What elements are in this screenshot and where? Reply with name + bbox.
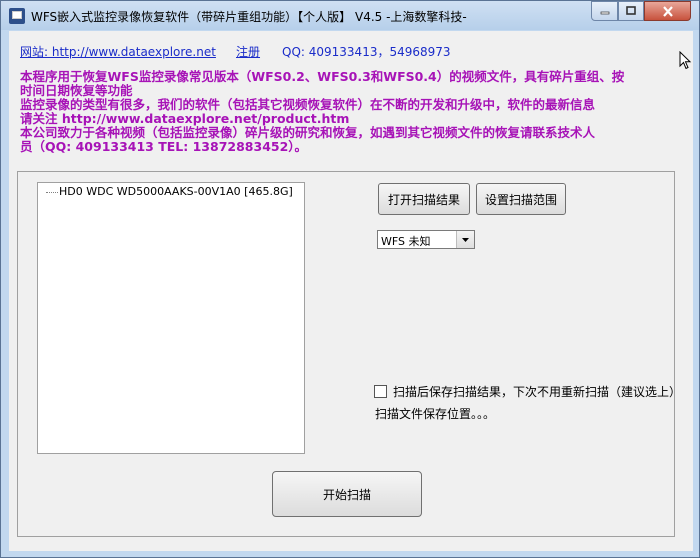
description-line: 监控录像的类型有很多，我们的软件（包括其它视频恢复软件）在不断的开发和升级中，软… (20, 97, 596, 112)
minimize-button[interactable] (591, 1, 618, 21)
start-scan-button[interactable]: 开始扫描 (272, 471, 422, 517)
save-scan-checkbox[interactable] (374, 385, 387, 398)
open-scan-result-button[interactable]: 打开扫描结果 (378, 183, 470, 215)
website-link[interactable]: 网站: http://www.dataexplore.net (20, 43, 216, 60)
save-path-label[interactable]: 扫描文件保存位置。。。 (375, 405, 495, 422)
description-line: 本程序用于恢复WFS监控录像常见版本（WFS0.2、WFS0.3和WFS0.4）… (20, 69, 625, 84)
description-line: 时间日期恢复等功能 (20, 83, 133, 98)
main-window: WFS嵌入式监控录像恢复软件（带碎片重组功能）【个人版】 V4.5 -上海数擎科… (0, 0, 700, 558)
minimize-icon (600, 11, 609, 15)
app-icon (9, 8, 25, 24)
close-icon (662, 5, 673, 17)
title-bar[interactable]: WFS嵌入式监控录像恢复软件（带碎片重组功能）【个人版】 V4.5 -上海数擎科… (1, 1, 699, 30)
dropdown-arrow-icon[interactable] (456, 231, 474, 248)
save-scan-checkbox-label[interactable]: 扫描后保存扫描结果，下次不用重新扫描（建议选上） (393, 383, 681, 400)
filesystem-select-value: WFS 未知 (381, 235, 431, 248)
close-button[interactable] (644, 1, 691, 21)
disk-tree-view[interactable]: HD0 WDC WD5000AAKS-00V1A0 [465.8G] (37, 182, 305, 454)
filesystem-select[interactable]: WFS 未知 (377, 230, 475, 249)
client-area: 网站: http://www.dataexplore.net 注册 QQ: 40… (9, 31, 693, 551)
maximize-icon (626, 6, 636, 15)
window-title: WFS嵌入式监控录像恢复软件（带碎片重组功能）【个人版】 V4.5 -上海数擎科… (31, 10, 467, 24)
description-line: 本公司致力于各种视频（包括监控录像）碎片级的研究和恢复，如遇到其它视频文件的恢复… (20, 125, 596, 140)
description-line: 请关注 http://www.dataexplore.net/product.h… (20, 111, 350, 126)
qq-contact: QQ: 409133413，54968973 (282, 45, 451, 59)
disk-item-hd0[interactable]: HD0 WDC WD5000AAKS-00V1A0 [465.8G] (57, 185, 295, 198)
description-text: 本程序用于恢复WFS监控录像常见版本（WFS0.2、WFS0.3和WFS0.4）… (20, 69, 625, 154)
mouse-cursor-icon (679, 51, 692, 70)
register-link[interactable]: 注册 (236, 43, 260, 60)
description-line: 员（QQ: 409133413 TEL: 13872883452）。 (20, 139, 308, 154)
maximize-button[interactable] (618, 1, 644, 21)
set-scan-range-button[interactable]: 设置扫描范围 (476, 183, 566, 215)
